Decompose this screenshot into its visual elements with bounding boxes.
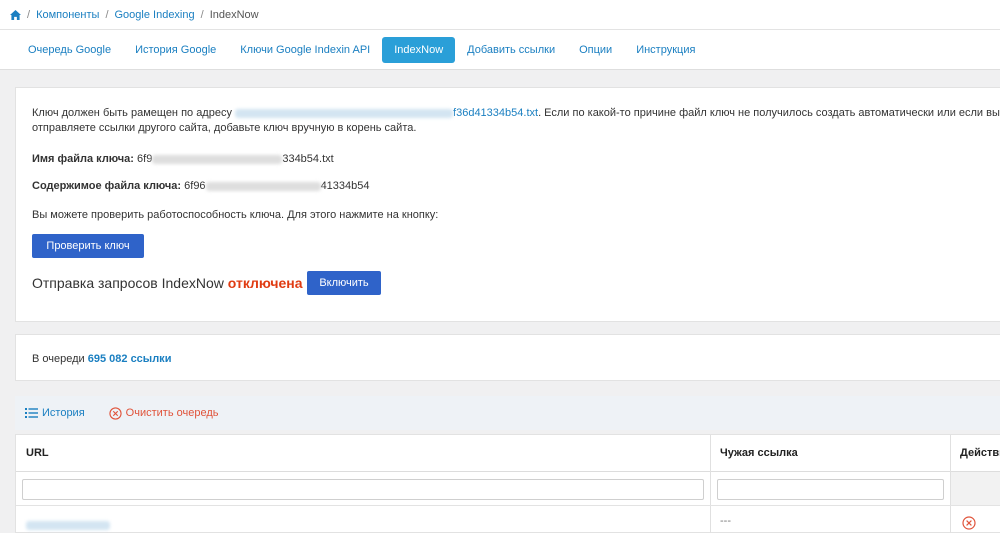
filter-row [16, 472, 1000, 506]
tab-add-links[interactable]: Добавить ссылки [455, 37, 567, 63]
tab-options[interactable]: Опции [567, 37, 624, 63]
breadcrumb-separator: / [200, 8, 204, 21]
redacted-url [26, 520, 110, 530]
tab-instructions[interactable]: Инструкция [624, 37, 707, 63]
foreign-link-filter-input[interactable] [717, 479, 944, 500]
check-key-button[interactable]: Проверить ключ [32, 234, 144, 258]
indexnow-key-card: Ключ должен быть рамещен по адресу f36d4… [15, 87, 1000, 322]
queue-table: URL Чужая ссылка Действи --- [15, 434, 1000, 533]
clear-queue-button[interactable]: Очистить очередь [109, 406, 219, 420]
key-location-suffix: . Если по какой-то причине файл ключ не … [538, 107, 1000, 119]
check-key-hint: Вы можете проверить работоспособность кл… [32, 209, 439, 221]
breadcrumb-components[interactable]: Компоненты [36, 9, 99, 21]
status-badge: отключена [227, 275, 303, 291]
list-icon [25, 408, 38, 418]
key-filename-row: Имя файла ключа: 6f9 334b54.txt [32, 152, 334, 167]
breadcrumb: / Компоненты / Google Indexing / IndexNo… [0, 0, 1000, 30]
key-content-head: 6f96 [184, 180, 206, 192]
tabs-bar: Очередь Google История Google Ключи Goog… [0, 30, 1000, 70]
queue-count: 695 082 ссылки [87, 353, 172, 365]
history-button[interactable]: История [25, 407, 85, 419]
key-filename-tail: 334b54.txt [282, 153, 334, 165]
redacted-filename [152, 154, 283, 164]
tab-indexnow[interactable]: IndexNow [382, 36, 456, 63]
circle-x-icon [109, 406, 122, 420]
redacted-url [235, 108, 454, 118]
status-prefix: Отправка запросов IndexNow [32, 275, 224, 291]
queue-toolbar: История Очистить очередь [15, 396, 1000, 430]
column-header-url[interactable]: URL [16, 435, 710, 472]
breadcrumb-current: IndexNow [209, 8, 259, 21]
breadcrumb-separator: / [27, 8, 31, 21]
queue-prefix: В очереди [32, 353, 85, 365]
breadcrumb-google-indexing[interactable]: Google Indexing [115, 9, 195, 21]
url-filter-input[interactable] [22, 479, 704, 500]
key-url-link[interactable]: f36d41334b54.txt [235, 107, 538, 119]
key-url-tail: f36d41334b54.txt [453, 107, 539, 119]
key-location-text: Ключ должен быть рамещен по адресу f36d4… [32, 106, 1000, 136]
redacted-content [205, 181, 321, 191]
tab-google-queue[interactable]: Очередь Google [16, 37, 123, 63]
column-header-foreign-link[interactable]: Чужая ссылка [710, 435, 950, 472]
indexnow-status: Отправка запросов IndexNow отключена [32, 275, 303, 291]
key-location-prefix: Ключ должен быть рамещен по адресу [32, 107, 232, 119]
key-location-line2: отправляете ссылки другого сайта, добавь… [32, 122, 417, 134]
row-foreign-link: --- [720, 515, 731, 527]
column-header-actions: Действи [950, 435, 1000, 472]
actions-filter-cell [951, 472, 1000, 505]
clear-queue-label: Очистить очередь [125, 407, 219, 419]
key-filename-head: 6f9 [137, 153, 153, 165]
breadcrumb-separator: / [105, 8, 109, 21]
tab-google-api-keys[interactable]: Ключи Google Indexin API [228, 37, 382, 63]
key-content-row: Содержимое файла ключа: 6f96 41334b54 [32, 179, 370, 194]
queue-summary: В очереди 695 082 ссылки [32, 353, 171, 365]
key-content-tail: 41334b54 [320, 180, 370, 192]
key-filename-label: Имя файла ключа: [32, 153, 134, 165]
tab-google-history[interactable]: История Google [123, 37, 228, 63]
history-label: История [42, 407, 85, 419]
delete-row-icon[interactable] [962, 516, 976, 530]
home-icon[interactable] [10, 9, 21, 20]
enable-button[interactable]: Включить [307, 271, 381, 295]
queue-card: В очереди 695 082 ссылки [15, 334, 1000, 381]
key-content-label: Содержимое файла ключа: [32, 180, 182, 192]
row-url-link[interactable] [26, 519, 110, 531]
